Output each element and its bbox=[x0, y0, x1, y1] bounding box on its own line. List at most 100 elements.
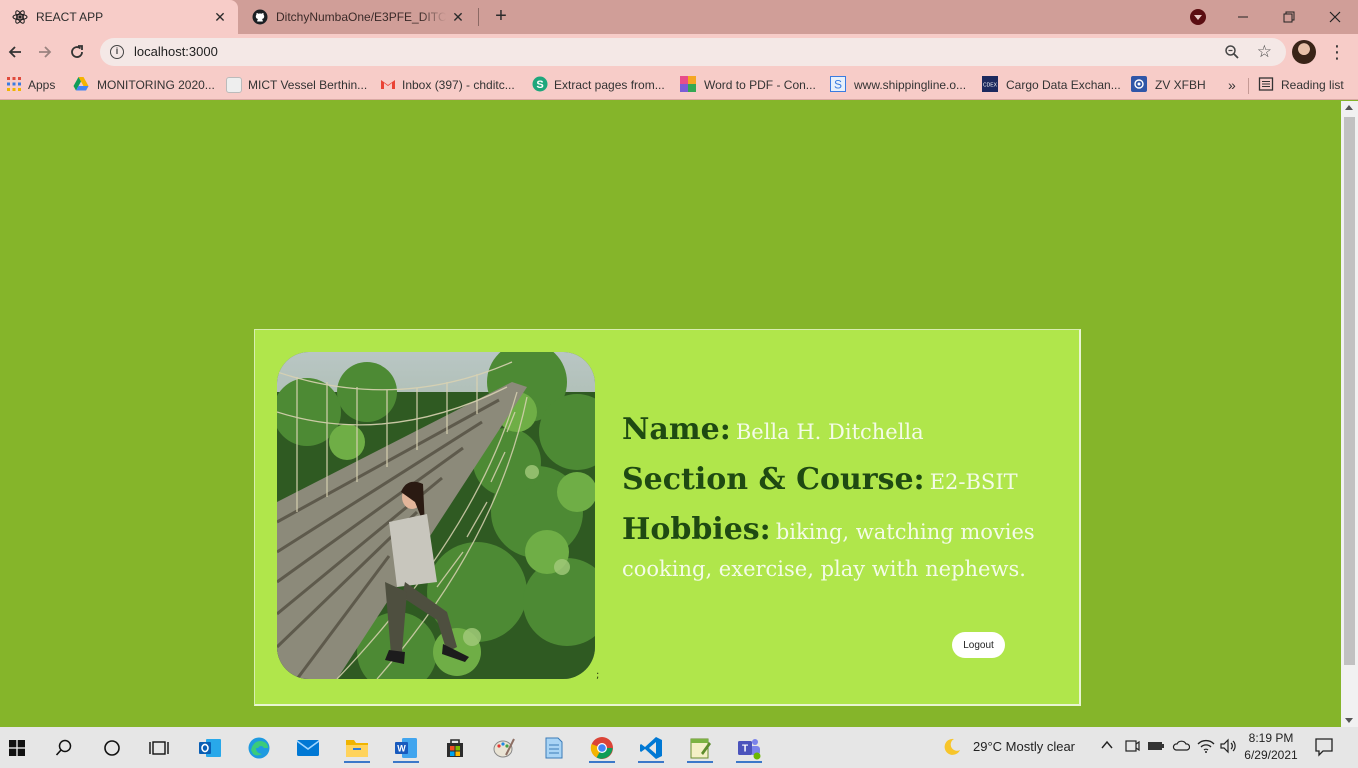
active-app-indicator bbox=[638, 761, 664, 763]
show-hidden-icons-chevron-icon[interactable] bbox=[1100, 738, 1114, 755]
scroll-up-arrow-icon[interactable] bbox=[1345, 105, 1353, 110]
system-clock[interactable]: 8:19 PM 6/29/2021 bbox=[1236, 730, 1306, 764]
back-button[interactable] bbox=[2, 39, 28, 65]
reading-list-button[interactable]: Reading list bbox=[1258, 76, 1344, 94]
close-window-button[interactable] bbox=[1312, 0, 1358, 34]
onedrive-cloud-icon[interactable] bbox=[1172, 738, 1191, 755]
bookmarks-bar: Apps MONITORING 2020... MICT Vessel Bert… bbox=[0, 70, 1358, 100]
google-drive-icon bbox=[73, 76, 89, 95]
menu-dots-icon[interactable]: ⋮ bbox=[1328, 41, 1346, 63]
overflow-chevron-icon: » bbox=[1228, 77, 1236, 93]
shippingline-icon: S bbox=[830, 75, 846, 95]
vertical-scrollbar[interactable] bbox=[1341, 101, 1358, 727]
file-explorer-icon[interactable] bbox=[342, 733, 372, 763]
github-icon bbox=[252, 9, 268, 25]
active-app-indicator bbox=[393, 761, 419, 763]
windows-taskbar: W T 29°C Mostly clear 8:19 PM 6/29/2021 bbox=[0, 727, 1358, 768]
close-tab-icon[interactable]: ✕ bbox=[212, 9, 228, 25]
back-arrow-icon bbox=[8, 46, 21, 58]
bookmark-extract-pages[interactable]: S Extract pages from... bbox=[532, 76, 665, 94]
bookmark-shippingline[interactable]: S www.shippingline.o... bbox=[830, 75, 966, 95]
weather-icon[interactable] bbox=[942, 737, 962, 760]
bookmark-label: Extract pages from... bbox=[554, 78, 665, 92]
restore-button[interactable] bbox=[1266, 0, 1312, 34]
react-icon bbox=[12, 9, 28, 25]
profile-avatar[interactable] bbox=[1292, 40, 1316, 64]
cortana-icon[interactable] bbox=[97, 733, 127, 763]
bookmark-label: Cargo Data Exchan... bbox=[1006, 78, 1121, 92]
restore-icon bbox=[1283, 11, 1295, 23]
scrollbar-thumb[interactable] bbox=[1344, 117, 1355, 665]
teams-icon[interactable]: T bbox=[734, 733, 764, 763]
svg-text:T: T bbox=[742, 744, 748, 755]
forward-button[interactable] bbox=[32, 39, 58, 65]
new-tab-button[interactable]: + bbox=[490, 6, 512, 28]
page-icon bbox=[226, 77, 242, 93]
outlook-icon[interactable] bbox=[195, 733, 225, 763]
battery-icon[interactable] bbox=[1147, 738, 1165, 757]
tab-github[interactable]: DitchyNumbaOne/E3PFE_DITCHE ✕ bbox=[240, 0, 476, 34]
tab-react-app[interactable]: REACT APP ✕ bbox=[0, 0, 238, 34]
svg-text:W: W bbox=[397, 744, 406, 754]
network-icon bbox=[1131, 75, 1147, 95]
bookmark-cargo-data[interactable]: CDEX Cargo Data Exchan... bbox=[982, 75, 1121, 94]
section-row: Section & Course: E2-BSIT bbox=[622, 460, 1042, 504]
site-info-icon[interactable]: i bbox=[110, 45, 124, 59]
chrome-icon[interactable] bbox=[587, 733, 617, 763]
profile-info: Name: Bella H. Ditchella Section & Cours… bbox=[622, 410, 1042, 584]
scroll-down-arrow-icon[interactable] bbox=[1345, 718, 1353, 723]
wifi-icon[interactable] bbox=[1197, 738, 1215, 757]
url-text[interactable]: localhost:3000 bbox=[134, 44, 218, 59]
notification-center-icon[interactable] bbox=[1314, 737, 1334, 760]
search-icon[interactable] bbox=[49, 733, 79, 763]
name-label: Name: bbox=[622, 412, 731, 447]
active-app-indicator bbox=[736, 761, 762, 763]
logout-button[interactable]: Logout bbox=[952, 632, 1005, 658]
bookmark-inbox[interactable]: Inbox (397) - chditc... bbox=[380, 76, 515, 94]
page-viewport: ; Name: Bella H. Ditchella Section & Cou… bbox=[0, 101, 1341, 727]
tab-search-icon[interactable] bbox=[1190, 9, 1206, 25]
section-course-label: Section & Course: bbox=[622, 462, 925, 497]
edge-icon[interactable] bbox=[244, 733, 274, 763]
bookmark-label: Apps bbox=[28, 78, 56, 92]
notepad-icon[interactable] bbox=[538, 733, 568, 763]
paint-icon[interactable] bbox=[489, 733, 519, 763]
weather-text[interactable]: 29°C Mostly clear bbox=[973, 739, 1075, 754]
bookmark-star-icon[interactable]: ☆ bbox=[1257, 42, 1272, 62]
close-icon bbox=[1329, 11, 1341, 23]
store-icon[interactable] bbox=[440, 733, 470, 763]
bookmark-label: Inbox (397) - chditc... bbox=[402, 78, 515, 92]
profile-card: ; Name: Bella H. Ditchella Section & Cou… bbox=[254, 329, 1081, 706]
browser-toolbar: i localhost:3000 ☆ ⋮ bbox=[0, 34, 1358, 70]
word-icon[interactable]: W bbox=[391, 733, 421, 763]
bookmark-label: MICT Vessel Berthin... bbox=[248, 78, 368, 92]
bookmark-zv-xfbh[interactable]: ZV XFBH bbox=[1131, 75, 1206, 95]
windows-start-icon[interactable] bbox=[2, 733, 32, 763]
bookmarks-overflow-button[interactable]: » bbox=[1228, 76, 1236, 94]
svg-text:CDEX: CDEX bbox=[983, 82, 998, 88]
hobbies-value: biking, watching movies bbox=[775, 520, 1035, 544]
bookmark-monitoring[interactable]: MONITORING 2020... bbox=[73, 76, 215, 94]
zoom-icon[interactable] bbox=[1224, 44, 1240, 60]
meet-now-icon[interactable] bbox=[1124, 738, 1140, 757]
minimize-button[interactable] bbox=[1220, 0, 1266, 34]
name-row: Name: Bella H. Ditchella bbox=[622, 410, 1042, 454]
apps-grid-icon bbox=[6, 76, 22, 95]
minimize-icon bbox=[1238, 16, 1248, 18]
ilovepdf-icon bbox=[680, 75, 696, 95]
bookmark-word-to-pdf[interactable]: Word to PDF - Con... bbox=[680, 75, 816, 95]
bookmark-mict-vessel[interactable]: MICT Vessel Berthin... bbox=[226, 76, 367, 94]
profile-photo bbox=[277, 352, 595, 679]
forward-arrow-icon bbox=[39, 46, 52, 58]
vscode-icon[interactable] bbox=[636, 733, 666, 763]
reload-button[interactable] bbox=[64, 39, 90, 65]
bookmark-apps[interactable]: Apps bbox=[6, 76, 55, 94]
close-tab-icon[interactable]: ✕ bbox=[450, 9, 466, 25]
bookmark-label: ZV XFBH bbox=[1155, 78, 1206, 92]
address-bar[interactable]: i localhost:3000 ☆ bbox=[100, 38, 1286, 66]
reading-list-icon bbox=[1258, 76, 1274, 95]
notepad-plus-icon[interactable] bbox=[685, 733, 715, 763]
clock-time: 8:19 PM bbox=[1248, 731, 1294, 745]
mail-icon[interactable] bbox=[293, 733, 323, 763]
task-view-icon[interactable] bbox=[144, 733, 174, 763]
